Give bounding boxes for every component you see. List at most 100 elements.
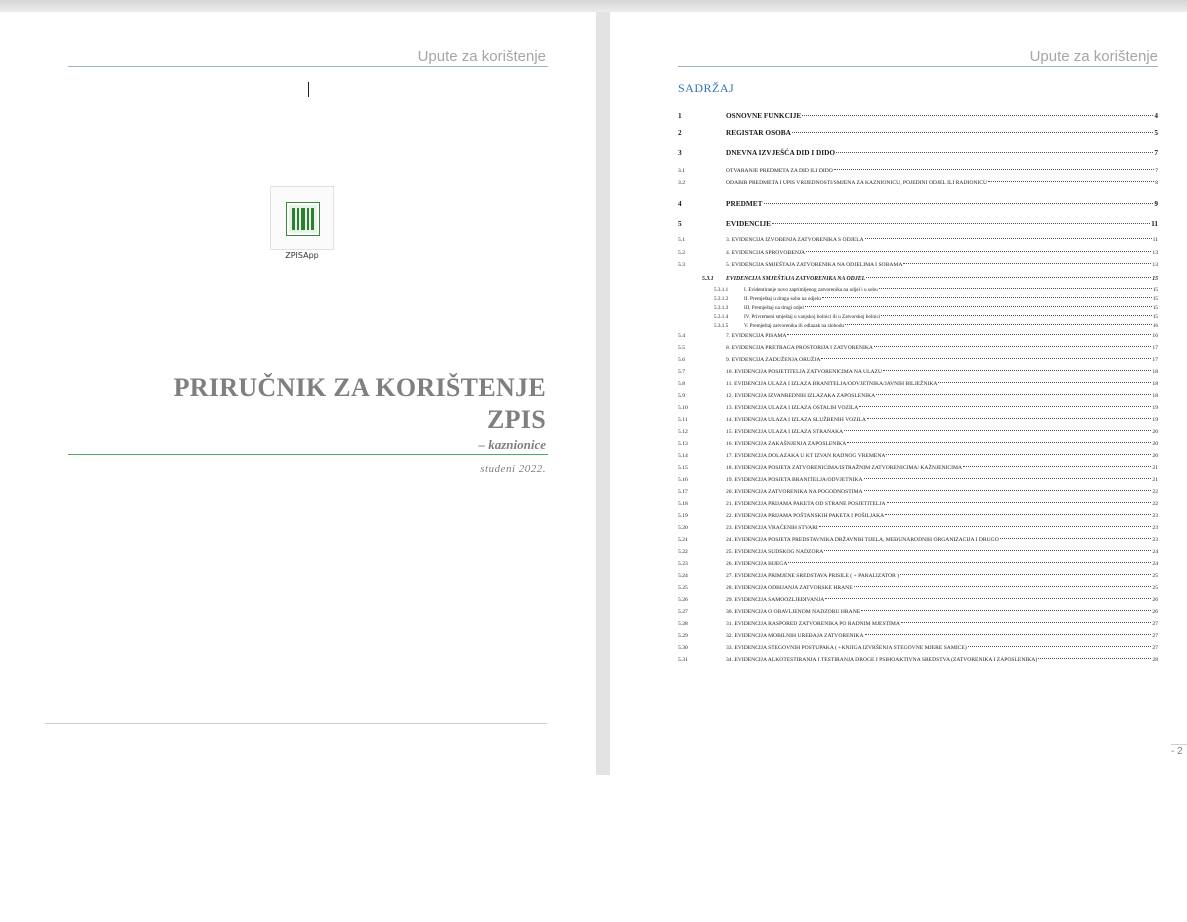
toc-entry[interactable]: 5.3.1.2 II. Premještaj u drugu sobu na od…: [678, 296, 1158, 302]
toc-entry[interactable]: 5.18 21. EVIDENCIJA PRIJAMA PAKETA OD STR…: [678, 501, 1158, 507]
toc-entry[interactable]: 5.23 26. EVIDENCIJA BIJEGA 24: [678, 561, 1158, 567]
toc-entry[interactable]: 5.15 18. EVIDENCIJA POSJETA ZATVORENICIMA…: [678, 465, 1158, 471]
toc-entry[interactable]: 5.19 22. EVIDENCIJA PRIJAMA POŠTANSKIH PA…: [678, 513, 1158, 519]
toc-entry-leader: [899, 574, 1152, 575]
toc-entry[interactable]: 5.21 24. EVIDENCIJA POSJETA PREDSTAVNIKA …: [678, 537, 1158, 543]
toc-entry[interactable]: 5.3.1.1 I. Evidentiranje novo zaprimljeno…: [678, 287, 1158, 293]
toc-entry[interactable]: 5.14 17. EVIDENCIJA DOLAZAKA U KT IZVAN R…: [678, 453, 1158, 459]
document-page-cover[interactable]: Upute za korištenje ZPISApp PRIRUČNIK ZA…: [0, 12, 596, 775]
toc-entry[interactable]: 5.30 33. EVIDENCIJA STEGOVNIH POSTUPAKA (…: [678, 645, 1158, 651]
toc-entry[interactable]: 5.22 25. EVIDENCIJA SUDSKOG NADZORA 24: [678, 549, 1158, 555]
toc-entry-number: 5.12: [678, 429, 688, 435]
toc-entry[interactable]: 5.5 8. EVIDENCIJA PRETRAGA PROSTORIJA I Z…: [678, 345, 1158, 351]
toc-entry-page: 18: [1152, 381, 1158, 387]
toc-entry[interactable]: 5.20 23. EVIDENCIJA VRAĆENIH STVARI 23: [678, 525, 1158, 531]
toc-entry-leader: [903, 263, 1152, 264]
title-divider: [68, 454, 548, 455]
title-line-2: ZPIS: [486, 405, 546, 434]
toc-entry-page: 24: [1152, 561, 1158, 567]
toc-entry-leader: [938, 382, 1152, 383]
toc-entry[interactable]: 5.1 3. EVIDENCIJA IZVOĐENJA ZATVORENIKA S…: [678, 237, 1158, 243]
toc-entry[interactable]: 5.25 28. EVIDENCIJA ODBIJANJA ZATVORSKE H…: [678, 585, 1158, 591]
toc-entry-title: V. Premještaj zatvorenika ili odlazak na…: [744, 323, 845, 329]
toc-entry-title: 33. EVIDENCIJA STEGOVNIH POSTUPAKA ( +KN…: [726, 645, 967, 651]
toc-entry[interactable]: 5.3 5. EVIDENCIJA SMJEŠTAJA ZATVORENIKA N…: [678, 262, 1158, 268]
toc-entry[interactable]: 5.6 9. EVIDENCIJA ZADUŽENJA ORUŽJA 17: [678, 357, 1158, 363]
toc-entry-number: 2: [678, 128, 682, 137]
page-gutter: [596, 12, 610, 775]
text-cursor: [308, 82, 309, 97]
toc-entry-number: 5.3.1.4: [714, 314, 729, 320]
toc-entry-number: 5.11: [678, 417, 688, 423]
toc-entry-leader: [804, 306, 1152, 307]
toc-entry-title: 30. EVIDENCIJA O OBAVLJENOM NADZORU HRAN…: [726, 609, 861, 615]
toc-entry[interactable]: 1 OSNOVNE FUNKCIJE 4: [678, 111, 1158, 120]
toc-entry[interactable]: 5.16 19. EVIDENCIJA POSJETA BRANITELJA/OD…: [678, 477, 1158, 483]
toc-entry-number: 5.26: [678, 597, 688, 603]
toc-entry-page: 16: [1152, 333, 1158, 339]
toc-entry[interactable]: 4 PREDMET 9: [678, 199, 1158, 208]
toc-entry[interactable]: 3.2 ODABIR PREDMETA I UPIS VRIJEDNOSTI/SM…: [678, 180, 1158, 186]
toc-entry-page: 27: [1152, 621, 1158, 627]
toc-entry-page: 7: [1155, 168, 1158, 174]
toc-entry-leader: [806, 251, 1152, 252]
toc-entry-number: 5.3.1.3: [714, 305, 729, 311]
toc-entry[interactable]: 5.29 32. EVIDENCIJA MOBILNIH UREĐAJA ZATV…: [678, 633, 1158, 639]
toc-entry-leader: [845, 324, 1152, 325]
toc-entry-leader: [881, 315, 1152, 316]
toc-entry[interactable]: 3.1 OTVARANJE PREDMETA ZA DID ILI DIDO 7: [678, 168, 1158, 174]
toc-entry[interactable]: 5.11 14. EVIDENCIJA ULAZA I IZLAZA SLUŽBE…: [678, 417, 1158, 423]
toc-entry[interactable]: 5.9 12. EVIDENCIJA IZVANREDNIH IZLAZAKA Z…: [678, 393, 1158, 399]
toc-entry-leader: [963, 466, 1152, 467]
toc-entry-page: 7: [1154, 148, 1158, 157]
toc-entry[interactable]: 5 EVIDENCIJE 11: [678, 219, 1158, 228]
toc-entry[interactable]: 5.8 11. EVIDENCIJA ULAZA I IZLAZA BRANITE…: [678, 381, 1158, 387]
toc-entry[interactable]: 2 REGISTAR OSOBA 5: [678, 128, 1158, 137]
toc-entry-number: 5.3.1.1: [714, 287, 729, 293]
toc-entry[interactable]: 5.2 4. EVIDENCIJA SPROVOĐENJA 13: [678, 250, 1158, 256]
toc-entry-page: 25: [1152, 585, 1158, 591]
toc-entry[interactable]: 5.26 29. EVIDENCIJA SAMOOZLJEĐIVANJA 26: [678, 597, 1158, 603]
toc-entry-number: 5.8: [678, 381, 685, 387]
toc-entry-leader: [859, 406, 1152, 407]
toc-entry-title: 34. EVIDENCIJA ALKOTESTIRANJA I TESTIRAN…: [726, 657, 1038, 663]
toc-entry[interactable]: 5.4 7. EVIDENCIJA PISAMA 16: [678, 333, 1158, 339]
toc-entry-number: 5.16: [678, 477, 688, 483]
toc-entry[interactable]: 3 DNEVNA IZVJEŠĆA DID I DIDO 7: [678, 148, 1158, 157]
toc-entry-page: 5: [1154, 128, 1158, 137]
toc-entry[interactable]: 5.24 27. EVIDENCIJA PRIMJENE SREDSTAVA PR…: [678, 573, 1158, 579]
toc-entry[interactable]: 5.12 15. EVIDENCIJA ULAZA I IZLAZA STRANA…: [678, 429, 1158, 435]
toc-entry-number: 5.5: [678, 345, 685, 351]
toc-entry-leader: [863, 478, 1152, 479]
toc-entry[interactable]: 5.27 30. EVIDENCIJA O OBAVLJENOM NADZORU …: [678, 609, 1158, 615]
toc-entry-leader: [788, 562, 1152, 563]
toc-entry-page: 15: [1152, 314, 1158, 320]
toc-entry-page: 9: [1154, 199, 1158, 208]
page-header-text: Upute za korištenje: [1029, 48, 1158, 65]
toc-entry[interactable]: 5.13 16. EVIDENCIJA ZAKAŠNJENJA ZAPOSLENI…: [678, 441, 1158, 447]
toc-entry-page: 13: [1152, 262, 1158, 268]
toc-entry-number: 5.20: [678, 525, 688, 531]
toc-entry[interactable]: 5.3.1.3 III. Premještaj na drugi odjel 15: [678, 305, 1158, 311]
document-page-toc[interactable]: Upute za korištenje SADRŽAJ 1 OSNOVNE FUN…: [610, 12, 1187, 775]
toc-entry-title: 28. EVIDENCIJA ODBIJANJA ZATVORSKE HRANE: [726, 585, 853, 591]
toc-entry-title: 18. EVIDENCIJA POSJETA ZATVORENICIMA/IST…: [726, 465, 963, 471]
toc-entry[interactable]: 5.3.1 EVIDENCIJA SMJEŠTAJA ZATVORENIKA NA…: [678, 276, 1158, 282]
toc-entry[interactable]: 5.17 20. EVIDENCIJA ZATVORENIKA NA POGODN…: [678, 489, 1158, 495]
toc-entry-leader: [873, 346, 1152, 347]
toc-entry-page: 15: [1152, 276, 1158, 282]
toc-entry-leader: [876, 394, 1152, 395]
toc-entry[interactable]: 5.3.1.5 V. Premještaj zatvorenika ili odl…: [678, 323, 1158, 329]
toc-entry-title: 7. EVIDENCIJA PISAMA: [726, 333, 787, 339]
toc-entry-leader: [1038, 658, 1152, 659]
toc-entry-leader: [883, 370, 1152, 371]
toc-entry[interactable]: 5.28 31. EVIDENCIJA RASPORED ZATVORENIKA …: [678, 621, 1158, 627]
toc-entry[interactable]: 5.3.1.4 IV. Privremeni smještaj u vanjsko…: [678, 314, 1158, 320]
toc-entry-page: 17: [1152, 357, 1158, 363]
toc-entry[interactable]: 5.10 13. EVIDENCIJA ULAZA I IZLAZA OSTALI…: [678, 405, 1158, 411]
toc-entry-leader: [836, 152, 1154, 153]
toc-entry-page: 8: [1155, 180, 1158, 186]
toc-entry[interactable]: 5.7 10. EVIDENCIJA POSJETITELJA ZATVORENI…: [678, 369, 1158, 375]
toc-entry[interactable]: 5.31 34. EVIDENCIJA ALKOTESTIRANJA I TEST…: [678, 657, 1158, 663]
toc-entry-page: 16: [1152, 323, 1158, 329]
